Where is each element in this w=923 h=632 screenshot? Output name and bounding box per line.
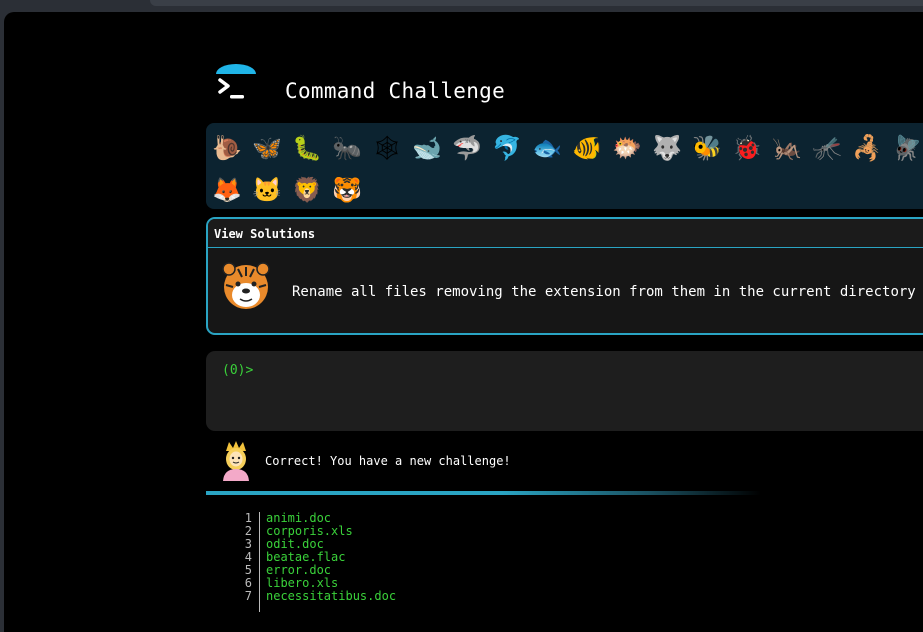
fish-icon[interactable]: 🐟 bbox=[530, 131, 564, 165]
line-number: 7 bbox=[244, 589, 252, 603]
fly-icon[interactable]: 🪰 bbox=[890, 131, 923, 165]
challenge-panel: View Solutions Rename all files removing… bbox=[206, 217, 923, 335]
bee-icon[interactable]: 🐝 bbox=[690, 131, 724, 165]
caterpillar-icon[interactable]: 🐛 bbox=[290, 131, 324, 165]
browser-tab-strip bbox=[150, 0, 923, 6]
tiger-icon bbox=[222, 262, 270, 309]
file-list-row: 7 necessitatibus.doc bbox=[232, 590, 632, 603]
tropical-fish-icon[interactable]: 🐠 bbox=[570, 131, 604, 165]
mosquito-icon[interactable]: 🦟 bbox=[810, 131, 844, 165]
view-solutions-label[interactable]: View Solutions bbox=[214, 227, 315, 241]
status-message: Correct! You have a new challenge! bbox=[220, 439, 820, 483]
progress-bar bbox=[206, 491, 923, 495]
file-listing: 1 animi.doc 2 corporis.xls 3 odit.doc 4 beatae.… bbox=[232, 512, 632, 612]
challenge-task-text: Rename all files removing the extension … bbox=[292, 284, 916, 300]
shark-icon[interactable]: 🦈 bbox=[450, 131, 484, 165]
dolphin-icon[interactable]: 🐬 bbox=[490, 131, 524, 165]
scorpion-icon[interactable]: 🦂 bbox=[850, 131, 884, 165]
page-title: Command Challenge bbox=[285, 79, 506, 103]
fox-icon[interactable]: 🦊 bbox=[210, 173, 244, 207]
status-message-text: Correct! You have a new challenge! bbox=[265, 454, 511, 468]
butterfly-icon[interactable]: 🦋 bbox=[250, 131, 284, 165]
lion-icon[interactable]: 🦁 bbox=[290, 173, 324, 207]
ladybug-icon[interactable]: 🐞 bbox=[730, 131, 764, 165]
progress-fill bbox=[206, 491, 923, 495]
snail-icon[interactable]: 🐌 bbox=[210, 131, 244, 165]
terminal-logo-icon[interactable] bbox=[214, 62, 258, 106]
app-window: × Command Challenge 🐌🦋🐛🐜🕸🐋🦈🐬🐟🐠🐡🐺🐝🐞🦗🦟🦂🪰🦊🐱… bbox=[4, 12, 923, 632]
wolf-icon[interactable]: 🐺 bbox=[650, 131, 684, 165]
blowfish-icon[interactable]: 🐡 bbox=[610, 131, 644, 165]
cat-icon[interactable]: 🐱 bbox=[250, 173, 284, 207]
whale-icon[interactable]: 🐋 bbox=[410, 131, 444, 165]
ant-icon[interactable]: 🐜 bbox=[330, 131, 364, 165]
terminal-prompt: (0)> bbox=[222, 363, 254, 378]
princess-icon bbox=[223, 441, 249, 481]
cricket-icon[interactable]: 🦗 bbox=[770, 131, 804, 165]
file-name: necessitatibus.doc bbox=[266, 589, 397, 603]
spiderweb-icon[interactable]: 🕸 bbox=[370, 131, 404, 165]
challenge-animal-bar: 🐌 🦋 🐛 🐜 🕸 🐋 🦈 🐬 🐟 🐠 🐡 🐺 🐝 🐞 🦗 🦟 🦂 🪰 🦊 🐱 🦁 🐯 bbox=[206, 123, 923, 209]
terminal-input-area[interactable]: (0)> bbox=[206, 351, 923, 431]
tiger-icon[interactable]: 🐯 bbox=[330, 173, 364, 207]
view-solutions-header[interactable]: View Solutions bbox=[208, 219, 923, 248]
app-header: Command Challenge bbox=[214, 62, 614, 112]
